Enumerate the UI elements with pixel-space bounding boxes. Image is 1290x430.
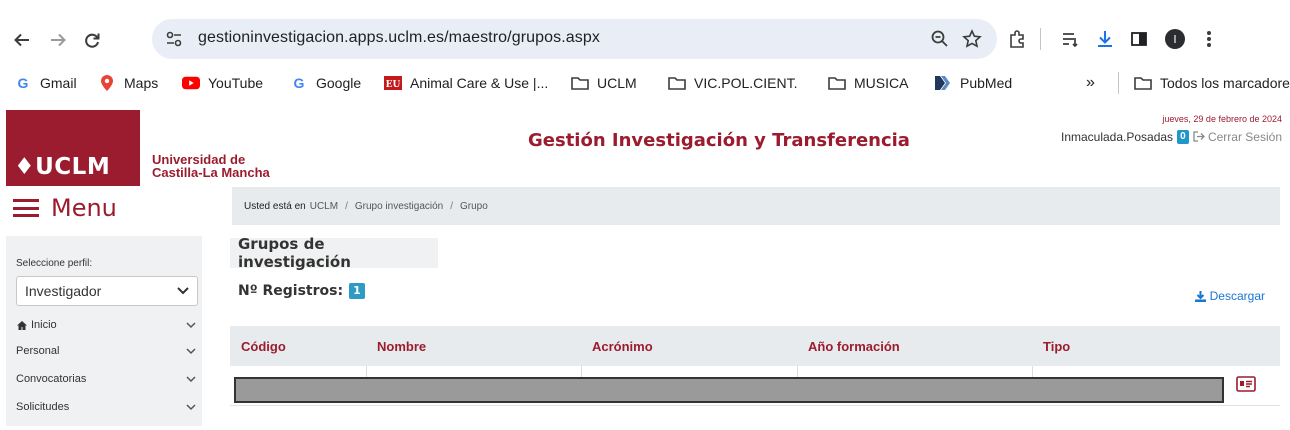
profile-select-label: Seleccione perfil: [16,258,93,269]
redacted-row-content [234,377,1224,403]
profile-avatar[interactable]: I [1162,24,1188,54]
uclm-logo[interactable]: ♦UCLM [6,110,140,186]
breadcrumb: Usted está en UCLM / Grupo investigación… [232,187,1280,225]
svg-text:G: G [294,75,305,91]
bookmark-animal-care[interactable]: EU Animal Care & Use |... [384,68,548,98]
pubmed-icon [934,74,952,92]
bookmarks-bar: G Gmail Maps YouTube G Google EU Animal … [0,68,1290,98]
arrow-left-icon [14,33,29,47]
bookmark-pubmed[interactable]: PubMed [934,68,1012,98]
toolbar-divider [1040,28,1041,50]
chevron-down-icon [186,403,196,410]
zoom-icon[interactable] [928,27,952,51]
google-g-icon: G [14,74,32,92]
records-count-badge: 1 [349,283,365,299]
svg-text:G: G [18,75,29,91]
column-header-nombre[interactable]: Nombre [377,339,426,354]
sidebar-item-inicio[interactable]: Inicio [16,319,196,331]
menu-label: Menu [51,194,117,222]
address-bar[interactable]: gestioninvestigacion.apps.uclm.es/maestr… [152,19,997,59]
table-header: Código Nombre Acrónimo Año formación Tip… [230,326,1280,366]
section-title: Grupos de investigación [230,235,438,271]
bookmark-star-icon[interactable] [960,27,984,51]
url-text[interactable]: gestioninvestigacion.apps.uclm.es/maestr… [198,29,600,47]
current-date: jueves, 29 de febrero de 2024 [1162,114,1282,124]
side-panel-icon[interactable] [1126,24,1152,54]
site-info-icon[interactable] [164,29,184,49]
breadcrumb-uclm[interactable]: UCLM [310,201,338,212]
bookmark-gmail[interactable]: G Gmail [14,68,77,98]
breadcrumb-prefix: Usted está en [244,200,306,212]
column-header-tipo[interactable]: Tipo [1043,339,1070,354]
extensions-icon[interactable] [1004,24,1030,54]
logo-text: ♦UCLM [14,154,111,180]
hamburger-icon [13,199,39,217]
groups-table: Código Nombre Acrónimo Año formación Tip… [230,326,1280,406]
bookmark-uclm-folder[interactable]: UCLM [571,68,637,98]
view-detail-button[interactable] [1236,376,1256,394]
back-button[interactable] [8,26,36,54]
arrow-right-icon [51,33,66,47]
breadcrumb-grupo-investigacion[interactable]: Grupo investigación [355,201,443,212]
profile-select-value: Investigador [25,283,102,299]
table-row[interactable] [230,366,1280,406]
more-menu-icon[interactable] [1196,24,1222,54]
bookmark-vic-folder[interactable]: VIC.POL.CIENT. [668,68,797,98]
forward-button[interactable] [44,26,72,54]
download-icon[interactable] [1092,24,1118,54]
bookmarks-divider [1118,72,1119,94]
bookmark-musica-folder[interactable]: MUSICA [828,68,908,98]
folder-icon [828,74,846,92]
svg-text:EU: EU [386,80,401,90]
column-header-acronimo[interactable]: Acrónimo [592,339,653,354]
home-icon [17,320,27,330]
bookmark-youtube[interactable]: YouTube [182,68,263,98]
sidebar: Seleccione perfil: Investigador Inicio P… [6,236,202,426]
chevron-down-icon [186,347,196,354]
notification-badge[interactable]: 0 [1177,130,1189,144]
download-button[interactable]: Descargar [1194,289,1265,303]
google-g-icon: G [290,74,308,92]
app-title: Gestión Investigación y Transferencia [528,130,910,151]
reload-button[interactable] [78,26,106,54]
bookmarks-overflow-button[interactable]: » [1086,68,1095,98]
bookmark-maps[interactable]: Maps [98,68,158,98]
reload-icon [85,33,100,48]
records-count: Nº Registros: 1 [238,283,365,299]
username[interactable]: Inmaculada.Posadas [1061,130,1173,144]
all-bookmarks-folder[interactable]: Todos los marcadore [1134,68,1290,98]
column-header-codigo[interactable]: Código [241,339,286,354]
chevron-down-icon [186,321,196,328]
reading-list-icon[interactable] [1057,24,1083,54]
folder-icon [668,74,686,92]
chevron-down-icon [177,287,189,295]
bookmark-google[interactable]: G Google [290,68,362,98]
youtube-icon [182,74,200,92]
eu-icon: EU [384,74,402,92]
download-icon [1194,290,1206,302]
menu-toggle-button[interactable]: Menu [13,194,117,222]
maps-pin-icon [98,74,116,92]
university-name: Universidad de Castilla-La Mancha [152,152,270,180]
column-header-ano-formacion[interactable]: Año formación [808,339,900,354]
user-info: Inmaculada.Posadas 0 Cerrar Sesión [1061,130,1282,144]
sign-out-icon [1192,131,1205,142]
logout-link[interactable]: Cerrar Sesión [1192,130,1282,144]
breadcrumb-grupo: Grupo [460,200,488,212]
records-label: Nº Registros: [238,283,344,299]
sidebar-item-personal[interactable]: Personal [16,345,196,357]
chevron-down-icon [186,375,196,382]
folder-icon [571,74,589,92]
svg-text:I: I [1173,33,1176,46]
folder-icon [1134,74,1152,92]
profile-select[interactable]: Investigador [16,276,198,306]
id-card-icon [1236,376,1256,392]
sidebar-item-solicitudes[interactable]: Solicitudes [16,401,196,413]
sidebar-item-convocatorias[interactable]: Convocatorias [16,373,196,385]
